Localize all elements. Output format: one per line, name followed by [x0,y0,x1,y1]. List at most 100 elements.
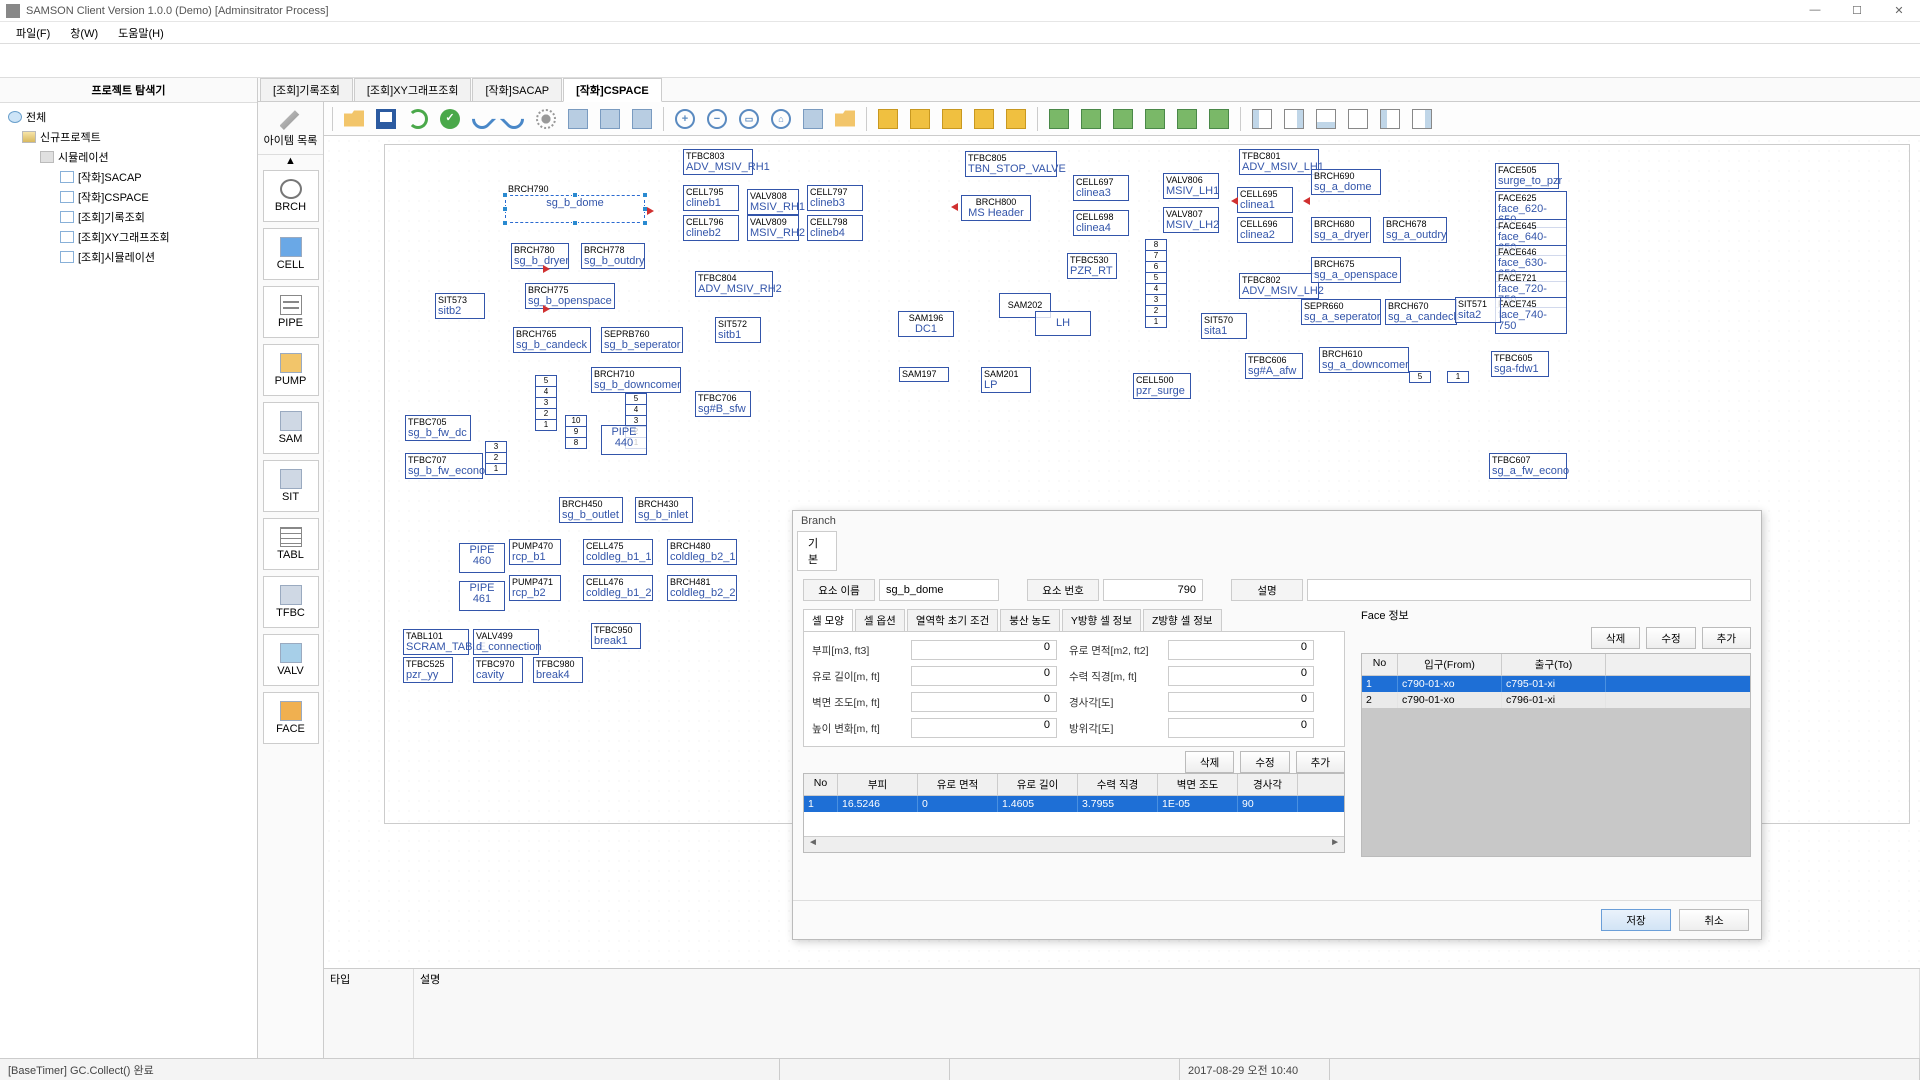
group-1[interactable] [873,105,903,133]
node-tfbc530[interactable]: TFBC530PZR_RT [1067,253,1117,279]
input-element-no[interactable]: 790 [1103,579,1203,601]
node-cell698[interactable]: CELL698clinea4 [1073,210,1129,236]
subtab-boron[interactable]: 붕산 농도 [1000,609,1060,631]
menu-help[interactable]: 도움말(H) [108,25,174,41]
node-sam196[interactable]: SAM196DC1 [898,311,954,337]
node-tfbc607[interactable]: TFBC607sg_a_fw_econo [1489,453,1567,479]
print-button[interactable] [627,105,657,133]
open-button[interactable] [339,105,369,133]
align-6[interactable] [1204,105,1234,133]
align-5[interactable] [1172,105,1202,133]
node-sit571[interactable]: SIT571sita2 [1455,297,1501,323]
node-brch710[interactable]: BRCH710sg_b_downcomer [591,367,681,393]
palette-tabl[interactable]: TABL [263,518,319,570]
zoom-out-button[interactable] [702,105,732,133]
node-brch778[interactable]: BRCH778sg_b_outdry [581,243,645,269]
node-tfbc705[interactable]: TFBC705sg_b_fw_dc [405,415,471,441]
input-desc[interactable] [1307,579,1751,601]
node-sam201[interactable]: SAM201LP [981,367,1031,393]
palette-face[interactable]: FACE [263,692,319,744]
node-brch780[interactable]: BRCH780sg_b_dryer [511,243,569,269]
node-brch450[interactable]: BRCH450sg_b_outlet [559,497,623,523]
stack-6[interactable]: 5 [1409,371,1431,382]
input-vol[interactable]: 0 [911,640,1057,660]
align-2[interactable] [1076,105,1106,133]
node-tfbc605[interactable]: TFBC605sga-fdw1 [1491,351,1549,377]
dialog-cancel-button[interactable]: 취소 [1679,909,1749,931]
node-valv806[interactable]: VALV806MSIV_LH1 [1163,173,1219,199]
panel-1[interactable] [1247,105,1277,133]
panel-6[interactable] [1407,105,1437,133]
palette-pump[interactable]: PUMP [263,344,319,396]
node-brch800[interactable]: BRCH800MS Header [961,195,1031,221]
stack-1[interactable]: 87654321 [1145,239,1167,327]
node-valv807[interactable]: VALV807MSIV_LH2 [1163,207,1219,233]
face-add-button[interactable]: 추가 [1702,627,1751,649]
minimize-button[interactable]: — [1800,4,1830,17]
subtab-thermo[interactable]: 열역학 초기 조건 [907,609,998,631]
node-tfbc804[interactable]: TFBC804ADV_MSIV_RH2 [695,271,773,297]
grid-hscroll[interactable] [804,836,1344,852]
node-sit572[interactable]: SIT572sitb1 [715,317,761,343]
input-area[interactable]: 0 [1168,640,1314,660]
panel-5[interactable] [1375,105,1405,133]
face-row-1[interactable]: 1 c790-01-xo c795-01-xi [1362,676,1750,692]
node-tfbc707[interactable]: TFBC707sg_b_fw_econo [405,453,483,479]
stack-3[interactable]: 1098 [565,415,587,448]
input-len[interactable]: 0 [911,666,1057,686]
palette-pipe[interactable]: PIPE [263,286,319,338]
group-2[interactable] [905,105,935,133]
tab-sacap[interactable]: [작화]SACAP [472,78,562,101]
tool-d[interactable] [830,105,860,133]
input-hd[interactable]: 0 [1168,666,1314,686]
node-valv808[interactable]: VALV808MSIV_RH1 [747,189,799,215]
node-cell696[interactable]: CELL696clinea2 [1237,217,1293,243]
node-face505[interactable]: FACE505surge_to_pzr [1495,163,1559,189]
node-brch765[interactable]: BRCH765sg_b_candeck [513,327,591,353]
node-cell796[interactable]: CELL796clineb2 [683,215,739,241]
cell-delete-button[interactable]: 삭제 [1185,751,1234,773]
tree-root[interactable]: 전체 [4,107,253,127]
group-5[interactable] [1001,105,1031,133]
subtab-shape[interactable]: 셀 모양 [803,609,853,631]
cell-add-button[interactable]: 추가 [1296,751,1345,773]
tree-item-simview[interactable]: [조회]시뮬레이션 [4,247,253,267]
input-az[interactable]: 0 [1168,718,1314,738]
zoom-100-button[interactable] [766,105,796,133]
align-1[interactable] [1044,105,1074,133]
zoom-fit-button[interactable] [734,105,764,133]
node-brch690[interactable]: BRCH690sg_a_dome [1311,169,1381,195]
palette-valv[interactable]: VALV [263,634,319,686]
node-tfbc803[interactable]: TFBC803ADV_MSIV_RH1 [683,149,753,175]
node-brch680[interactable]: BRCH680sg_a_dryer [1311,217,1371,243]
node-seprb760[interactable]: SEPRB760sg_b_seperator [601,327,683,353]
cell-edit-button[interactable]: 수정 [1240,751,1289,773]
node-tfbc970[interactable]: TFBC970cavity [473,657,523,683]
node-brch610[interactable]: BRCH610sg_a_downcomer [1319,347,1409,373]
input-ang[interactable]: 0 [1168,692,1314,712]
dialog-save-button[interactable]: 저장 [1601,909,1671,931]
tab-cspace[interactable]: [작화]CSPACE [563,78,662,102]
node-tfbc606[interactable]: TFBC606sg#A_afw [1245,353,1303,379]
node-brch775[interactable]: BRCH775sg_b_openspace [525,283,615,309]
group-3[interactable] [937,105,967,133]
node-brch481[interactable]: BRCH481coldleg_b2_2 [667,575,737,601]
node-face745[interactable]: FACE745face_740-750 [1495,297,1567,334]
node-pipe460[interactable]: PIPE 460 [459,543,505,573]
input-rough[interactable]: 0 [911,692,1057,712]
align-3[interactable] [1108,105,1138,133]
input-dh[interactable]: 0 [911,718,1057,738]
node-cell475[interactable]: CELL475coldleg_b1_1 [583,539,653,565]
menu-file[interactable]: 파일(F) [6,25,60,41]
input-element-name[interactable]: sg_b_dome [879,579,999,601]
refresh-button[interactable] [403,105,433,133]
node-tabl101[interactable]: TABL101SCRAM_TABLE [403,629,469,655]
tool-b[interactable] [595,105,625,133]
tool-c[interactable] [798,105,828,133]
tree-item-record[interactable]: [조회]기록조회 [4,207,253,227]
stack-7[interactable]: 1 [1447,371,1469,382]
tool-a[interactable] [563,105,593,133]
node-sit570[interactable]: SIT570sita1 [1201,313,1247,339]
tree-item-cspace[interactable]: [작화]CSPACE [4,187,253,207]
maximize-button[interactable]: ☐ [1842,4,1872,17]
